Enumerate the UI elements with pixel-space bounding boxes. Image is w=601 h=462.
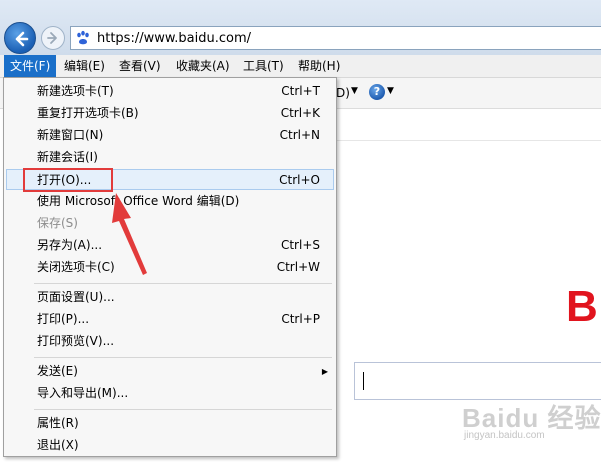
watermark: Baidu 经验 jingyan.baidu.com (462, 398, 600, 446)
menu-item-exit[interactable]: 退出(X) (6, 435, 334, 456)
menu-item-shortcut: Ctrl+S (280, 238, 320, 252)
back-button[interactable] (4, 22, 36, 54)
menu-item-new-tab[interactable]: 新建选项卡(T) Ctrl+T (6, 81, 334, 102)
menu-item-print-preview[interactable]: 打印预览(V)... (6, 331, 334, 352)
menu-item-label: 页面设置(U)... (37, 290, 115, 304)
arrow-left-icon (15, 31, 29, 47)
menu-item-label: 关闭选项卡(C) (37, 260, 115, 274)
menu-item-shortcut: Ctrl+W (276, 260, 320, 274)
menu-item-import-export[interactable]: 导入和导出(M)... (6, 383, 334, 404)
menu-item-label: 使用 Microsoft Office Word 编辑(D) (37, 194, 240, 208)
menu-separator (34, 357, 332, 358)
address-text: https://www.baidu.com/ (97, 31, 252, 46)
menu-tools[interactable]: 工具(T) (237, 55, 290, 77)
menu-item-label: 打印预览(V)... (37, 334, 115, 348)
menu-item-new-session[interactable]: 新建会话(I) (6, 147, 334, 168)
menu-item-label: 打印(P)... (37, 312, 90, 326)
chevron-down-icon[interactable]: ▼ (387, 86, 394, 96)
menu-edit[interactable]: 编辑(E) (58, 55, 111, 77)
menu-item-new-window[interactable]: 新建窗口(N) Ctrl+N (6, 125, 334, 146)
chevron-right-icon: ▶ (321, 367, 328, 376)
menu-item-duplicate-tab[interactable]: 重复打开选项卡(B) Ctrl+K (6, 103, 334, 124)
menu-item-label: 导入和导出(M)... (37, 386, 129, 400)
menu-item-label: 新建窗口(N) (37, 128, 104, 142)
menu-item-send[interactable]: 发送(E) ▶ (6, 361, 334, 382)
menu-item-shortcut: Ctrl+N (279, 128, 320, 142)
menu-item-shortcut: Ctrl+T (281, 84, 320, 98)
menu-item-shortcut: Ctrl+O (279, 173, 320, 187)
menu-item-page-setup[interactable]: 页面设置(U)... (6, 287, 334, 308)
chevron-down-icon[interactable]: ▼ (351, 86, 358, 96)
command-bar-fragment[interactable]: D) (336, 86, 350, 100)
menu-item-label: 保存(S) (37, 216, 78, 230)
file-menu: 新建选项卡(T) Ctrl+T 重复打开选项卡(B) Ctrl+K 新建窗口(N… (3, 77, 337, 457)
menu-item-label: 发送(E) (37, 364, 78, 378)
menu-item-shortcut: Ctrl+K (280, 106, 320, 120)
help-icon[interactable]: ? (369, 84, 385, 100)
menu-file[interactable]: 文件(F) (4, 55, 57, 77)
menu-item-label: 属性(R) (37, 416, 79, 430)
menu-favorites[interactable]: 收藏夹(A) (170, 55, 236, 77)
menu-item-label: 新建会话(I) (37, 150, 98, 164)
menu-help[interactable]: 帮助(H) (292, 55, 346, 77)
browser-chrome: https://www.baidu.com/ (0, 0, 601, 55)
highlight-box (23, 168, 113, 192)
menu-item-label: 重复打开选项卡(B) (37, 106, 139, 120)
watermark-url: jingyan.baidu.com (464, 430, 545, 441)
address-bar[interactable]: https://www.baidu.com/ (70, 26, 601, 50)
forward-button[interactable] (41, 26, 65, 50)
menu-item-label: 退出(X) (37, 438, 79, 452)
menu-bar: 文件(F) 编辑(E) 查看(V) 收藏夹(A) 工具(T) 帮助(H) (0, 55, 601, 78)
menu-view[interactable]: 查看(V) (113, 55, 167, 77)
menu-separator (34, 283, 332, 284)
text-caret (363, 372, 364, 390)
menu-item-label: 新建选项卡(T) (37, 84, 114, 98)
menu-item-close-tab[interactable]: 关闭选项卡(C) Ctrl+W (6, 257, 334, 278)
baidu-paw-icon (77, 30, 89, 45)
search-input[interactable] (354, 362, 601, 400)
menu-item-properties[interactable]: 属性(R) (6, 413, 334, 434)
arrow-right-icon (47, 32, 57, 44)
menu-item-edit-with-word[interactable]: 使用 Microsoft Office Word 编辑(D) (6, 191, 334, 212)
menu-item-shortcut: Ctrl+P (281, 312, 320, 326)
menu-item-save: 保存(S) (6, 213, 334, 234)
baidu-logo: B (566, 282, 598, 331)
menu-item-save-as[interactable]: 另存为(A)... Ctrl+S (6, 235, 334, 256)
menu-separator (34, 409, 332, 410)
content-divider (336, 140, 601, 141)
menu-item-label: 另存为(A)... (37, 238, 103, 252)
menu-item-print[interactable]: 打印(P)... Ctrl+P (6, 309, 334, 330)
